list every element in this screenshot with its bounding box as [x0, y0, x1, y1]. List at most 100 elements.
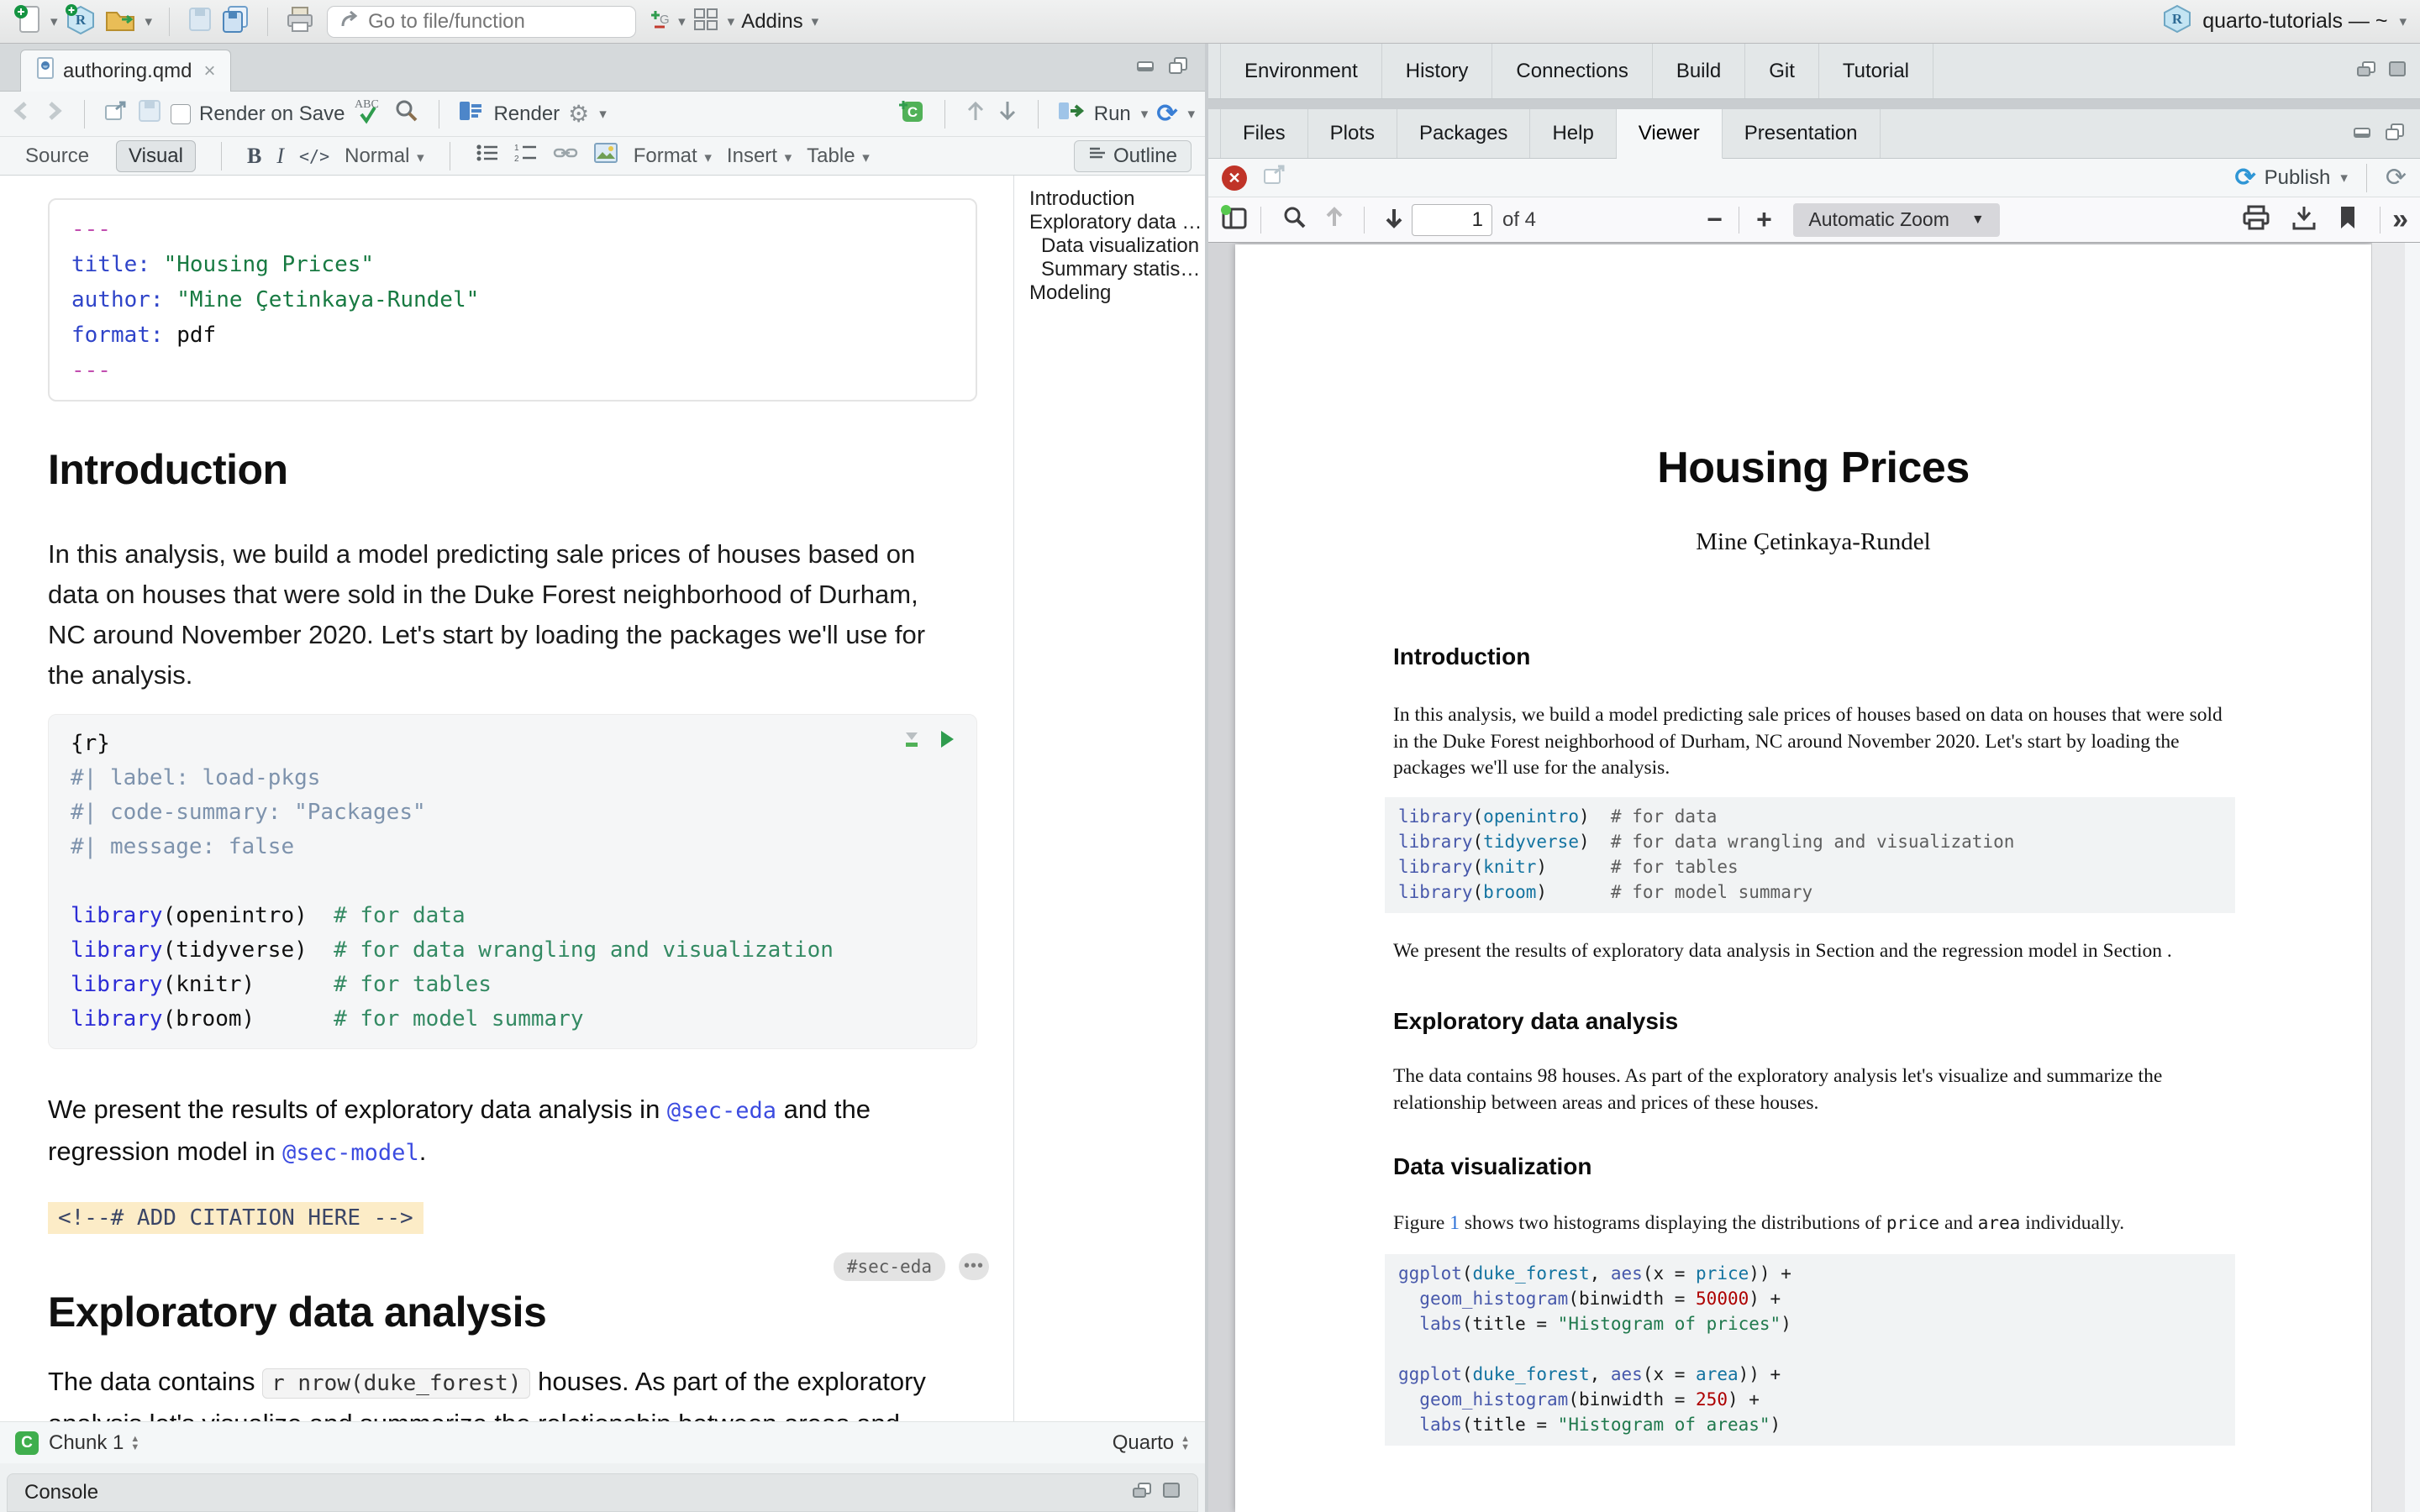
tab-presentation[interactable]: Presentation [1723, 109, 1881, 158]
table-menu[interactable]: Table ▾ [807, 144, 870, 168]
addins-dropdown[interactable]: ▾ [812, 13, 819, 30]
popout-viewer-icon[interactable] [1262, 163, 1287, 192]
tab-viewer[interactable]: Viewer [1617, 109, 1723, 159]
render-dropdown[interactable]: ▾ [599, 106, 607, 123]
render-button[interactable]: Render [493, 102, 560, 126]
maximize-pane-icon[interactable] [2385, 123, 2407, 145]
outline-item-eda[interactable]: Exploratory data … [1029, 211, 1205, 234]
outline-toggle-button[interactable]: Outline [1074, 140, 1192, 172]
pdf-next-page-icon[interactable] [1383, 205, 1405, 234]
minimize-pane-icon[interactable] [1132, 1481, 1152, 1504]
chunk-navigator-arrows[interactable]: ▲▼ [130, 1435, 139, 1452]
tab-history[interactable]: History [1382, 44, 1493, 98]
pdf-download-icon[interactable] [2291, 204, 2317, 235]
italic-button[interactable]: I [276, 144, 284, 169]
new-file-icon[interactable] [13, 3, 42, 39]
pdf-print-icon[interactable] [2242, 204, 2270, 235]
r-code-chunk[interactable]: {r}#| label: load-pkgs#| code-summary: "… [48, 714, 977, 1049]
new-project-icon[interactable]: R [65, 3, 97, 39]
console-header[interactable]: Console [7, 1473, 1198, 1512]
insert-menu[interactable]: Insert ▾ [727, 144, 792, 168]
close-icon[interactable]: × [203, 60, 215, 83]
rerun-dropdown[interactable]: ▾ [1187, 106, 1195, 123]
pdf-zoom-select[interactable]: Automatic Zoom ▼ [1793, 203, 1999, 237]
new-file-dropdown[interactable]: ▾ [50, 13, 58, 30]
outline-item-data-visualization[interactable]: Data visualization [1029, 234, 1205, 258]
maximize-pane-icon[interactable] [2388, 60, 2407, 81]
workspace-panes-icon[interactable] [692, 7, 719, 36]
tab-packages[interactable]: Packages [1397, 109, 1530, 158]
go-prev-section-icon[interactable] [964, 98, 987, 129]
tab-authoring-qmd[interactable]: authoring.qmd × [20, 50, 231, 92]
visual-mode-button[interactable]: Visual [116, 140, 196, 172]
goto-input[interactable] [368, 10, 603, 34]
document-mode-arrows[interactable]: ▲▼ [1181, 1435, 1190, 1452]
project-selector[interactable]: R quarto-tutorials — ~ ▾ [2162, 3, 2407, 39]
pdf-bookmark-icon[interactable] [2338, 204, 2358, 235]
paragraph-style-select[interactable]: Normal ▾ [345, 144, 424, 168]
yaml-metadata-block[interactable]: ---title: "Housing Prices"author: "Mine … [48, 198, 977, 402]
render-on-save-checkbox[interactable] [171, 104, 191, 124]
popout-icon[interactable] [103, 99, 129, 129]
minimize-pane-icon[interactable] [2356, 60, 2376, 81]
run-chunk-icon[interactable] [938, 728, 956, 754]
workspace-panes-dropdown[interactable]: ▾ [728, 13, 735, 30]
rerun-icon[interactable]: ⟳ [1156, 99, 1177, 129]
spellcheck-icon[interactable]: ABC [353, 96, 385, 132]
go-next-section-icon[interactable] [996, 98, 1019, 129]
refresh-viewer-icon[interactable]: ⟳ [2386, 163, 2407, 192]
save-icon[interactable] [137, 98, 162, 129]
pdf-more-tools-icon[interactable]: » [2392, 203, 2408, 236]
find-icon[interactable] [393, 97, 420, 130]
publish-button[interactable]: Publish [2265, 166, 2331, 190]
goto-file-search[interactable] [327, 6, 636, 38]
bold-button[interactable]: B [247, 144, 261, 169]
pdf-search-icon[interactable] [1281, 204, 1308, 235]
tab-connections[interactable]: Connections [1492, 44, 1652, 98]
pdf-zoom-in-icon[interactable]: + [1751, 204, 1776, 235]
numbered-list-icon[interactable]: 12 [514, 143, 538, 169]
source-mode-button[interactable]: Source [13, 141, 101, 171]
link-icon[interactable] [553, 143, 578, 169]
chunk-navigator[interactable]: Chunk 1 [49, 1431, 124, 1455]
pdf-scrollbar[interactable] [2371, 243, 2405, 1512]
run-dropdown[interactable]: ▾ [1141, 106, 1149, 123]
tab-plots[interactable]: Plots [1308, 109, 1397, 158]
visual-editor[interactable]: ---title: "Housing Prices"author: "Mine … [0, 176, 1013, 1421]
image-icon[interactable] [593, 142, 618, 170]
pdf-page-input[interactable] [1412, 204, 1492, 236]
document-mode[interactable]: Quarto [1113, 1431, 1174, 1455]
html-comment-citation[interactable]: <!--# ADD CITATION HERE --> [48, 1202, 424, 1234]
open-file-icon[interactable] [103, 4, 137, 39]
tab-git[interactable]: Git [1745, 44, 1819, 98]
tab-environment[interactable]: Environment [1220, 44, 1382, 98]
run-button[interactable]: Run [1094, 102, 1131, 126]
minimize-pane-icon[interactable] [1136, 57, 1156, 78]
pdf-viewport[interactable]: Housing Prices Mine Çetinkaya-Rundel Int… [1208, 243, 2420, 1512]
version-control-icon[interactable]: G [648, 3, 670, 39]
pdf-zoom-out-icon[interactable]: − [1702, 204, 1727, 235]
run-chunks-above-icon[interactable] [901, 728, 923, 754]
tab-tutorial[interactable]: Tutorial [1819, 44, 1933, 98]
tab-help[interactable]: Help [1530, 109, 1616, 158]
addins-menu[interactable]: Addins [741, 10, 802, 34]
publish-dropdown[interactable]: ▾ [2340, 170, 2348, 186]
save-all-icon[interactable] [220, 4, 250, 39]
open-file-dropdown[interactable]: ▾ [145, 13, 153, 30]
outline-item-introduction[interactable]: Introduction [1029, 187, 1205, 211]
stop-viewer-icon[interactable]: ✕ [1222, 165, 1247, 191]
version-control-dropdown[interactable]: ▾ [678, 13, 686, 30]
tab-build[interactable]: Build [1653, 44, 1745, 98]
pdf-prev-page-icon[interactable] [1323, 205, 1345, 234]
format-menu[interactable]: Format ▾ [634, 144, 712, 168]
insert-chunk-icon[interactable]: C [896, 97, 926, 131]
project-dropdown[interactable]: ▾ [2399, 13, 2407, 30]
pdf-sidebar-toggle-icon[interactable] [1220, 204, 1249, 235]
minimize-pane-icon[interactable] [2353, 123, 2373, 144]
back-icon[interactable] [10, 100, 34, 128]
print-icon[interactable] [285, 4, 315, 39]
outline-item-modeling[interactable]: Modeling [1029, 281, 1205, 305]
tab-files[interactable]: Files [1220, 109, 1308, 158]
render-settings-gear-icon[interactable]: ⚙ [568, 100, 589, 128]
maximize-pane-icon[interactable] [1168, 56, 1190, 79]
